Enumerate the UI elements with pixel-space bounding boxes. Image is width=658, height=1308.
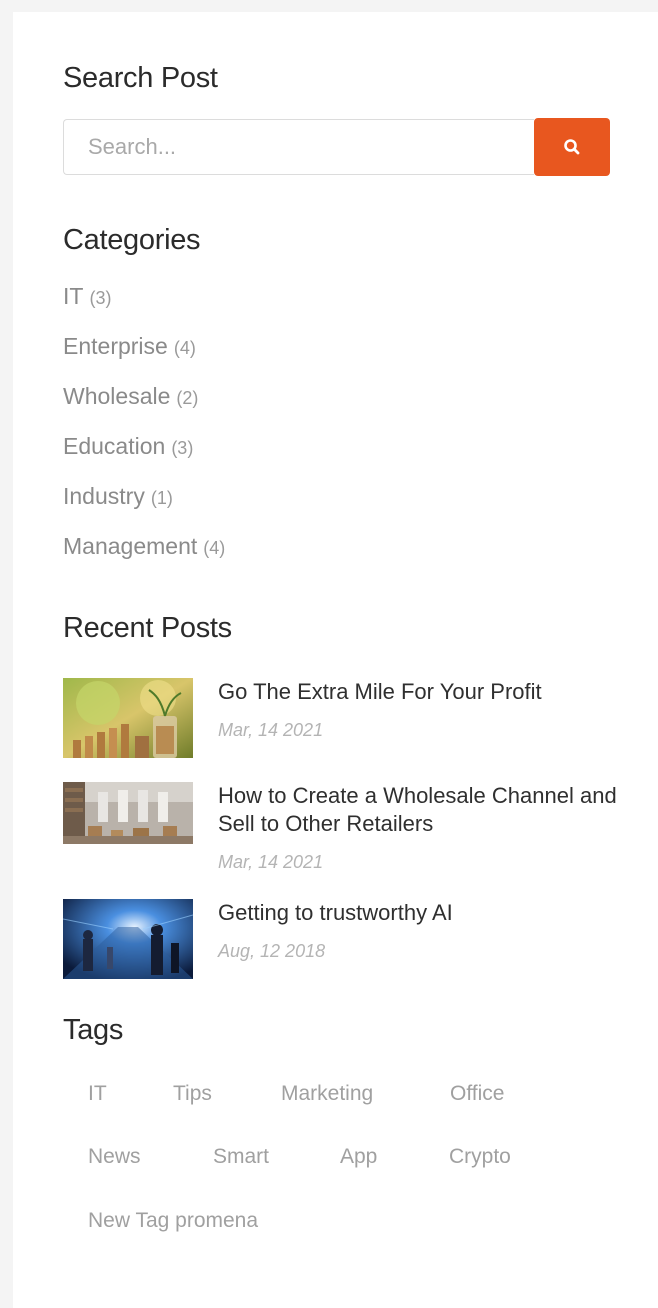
category-item-education[interactable]: Education (3) [63,421,463,471]
post-thumbnail-image [63,782,193,844]
categories-title: Categories [63,224,201,256]
tags-widget: Tags IT Tips Marketing Office News Smart… [63,1014,511,1232]
category-item-enterprise[interactable]: Enterprise (4) [63,321,463,371]
tag-link[interactable]: Marketing [281,1082,373,1106]
category-name[interactable]: Management [63,533,197,559]
category-count: (3) [171,438,194,458]
post-date: Mar, 14 2021 [218,852,324,872]
category-count: (1) [150,488,173,508]
post-thumbnail[interactable] [63,782,193,844]
post-date: Mar, 14 2021 [218,720,324,740]
search-widget: Search Post [63,62,610,176]
search-button[interactable] [534,118,610,176]
recent-posts-title: Recent Posts [63,612,232,644]
tag-link[interactable]: Smart [213,1145,269,1169]
category-count: (4) [173,338,196,358]
post-title-link[interactable]: How to Create a Wholesale Channel and Se… [218,782,618,838]
category-name[interactable]: Wholesale [63,383,170,409]
categories-widget: Categories IT (3) Enterprise (4) Wholesale… [63,224,225,559]
category-list: IT (3) Enterprise (4) Wholesale (2) Educati… [63,271,463,571]
tag-link[interactable]: Office [450,1082,504,1106]
tag-link[interactable]: News [88,1145,141,1169]
tag-link[interactable]: Tips [173,1082,212,1106]
recent-posts-widget: Recent Posts Go The Extra Mile For Your … [63,612,617,979]
category-count: (4) [203,538,226,558]
category-name[interactable]: Enterprise [63,333,168,359]
post-thumbnail-image [63,899,193,979]
post-thumbnail[interactable] [63,678,193,758]
post-title-link[interactable]: Go The Extra Mile For Your Profit [218,678,618,706]
post-thumbnail[interactable] [63,899,193,979]
post-thumbnail-image [63,678,193,758]
tag-link[interactable]: Crypto [449,1145,511,1169]
category-name[interactable]: Education [63,433,165,459]
search-icon [564,139,580,155]
category-count: (2) [176,388,199,408]
category-name[interactable]: Industry [63,483,145,509]
tag-link[interactable]: App [340,1145,377,1169]
recent-post-item: Getting to trustworthy AI Aug, 12 2018 [63,899,623,981]
blog-sidebar: Search Post Categories IT(3) Enterprise(… [13,12,658,1308]
tags-title: Tags [63,1014,124,1046]
search-form [63,118,610,177]
search-title: Search Post [63,62,218,94]
search-input[interactable] [63,119,534,175]
tag-link[interactable]: IT [88,1082,107,1106]
recent-post-item: Go The Extra Mile For Your Profit Mar, 1… [63,678,623,760]
recent-post-item: How to Create a Wholesale Channel and Se… [63,782,623,882]
post-title-link[interactable]: Getting to trustworthy AI [218,899,618,927]
category-count: (3) [89,288,112,308]
category-item-management[interactable]: Management (4) [63,521,463,571]
category-item-industry[interactable]: Industry (1) [63,471,463,521]
tag-link[interactable]: New Tag promena [88,1209,258,1233]
category-name[interactable]: IT [63,283,83,309]
category-item-wholesale[interactable]: Wholesale (2) [63,371,463,421]
category-item-it[interactable]: IT (3) [63,271,463,321]
post-date: Aug, 12 2018 [218,941,326,961]
